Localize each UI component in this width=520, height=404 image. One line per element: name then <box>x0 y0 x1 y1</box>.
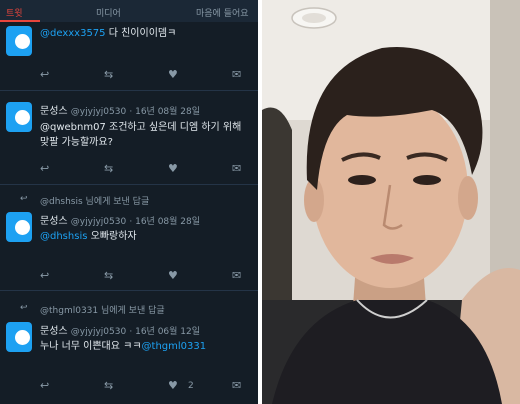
reply-context[interactable]: @thgml0331 님에게 보낸 답글 <box>40 303 165 316</box>
reply-icon[interactable]: ↩ <box>40 379 49 392</box>
tweet-item[interactable]: ↩ @thgml0331 님에게 보낸 답글 문성스 @yjyjyj0530 ·… <box>0 290 258 404</box>
tweet-author[interactable]: 문성스 @yjyjyj0530 · 16년 08월 28일 <box>40 102 200 117</box>
portrait-illustration <box>262 0 520 404</box>
tweet-date: · 16년 08월 28일 <box>129 217 201 227</box>
reply-arrow-icon: ↩ <box>20 303 28 313</box>
tweet-text: @dhshsis 오빠랑하자 <box>40 229 137 244</box>
background-person <box>262 107 292 300</box>
author-name: 문성스 <box>40 216 68 227</box>
avatar[interactable] <box>6 26 32 56</box>
tweet-item[interactable]: 문성스 @yjyjyj0530 · 16년 08월 28일 @qwebnm07 … <box>0 90 258 185</box>
mention-link[interactable]: @dexxx3575 <box>40 28 109 39</box>
tweet-text-body: 오빠랑하자 <box>87 231 137 242</box>
tweet-text: 누나 너무 이쁜대요 ㅋㅋ@thgml0331 <box>40 339 206 354</box>
tweet-text: @dexxx3575 다 친이이이뎀ㅋ <box>40 26 176 41</box>
tab-media[interactable]: 미디어 <box>96 6 121 19</box>
tweet-text-body: 다 친이이이뎀ㅋ <box>108 28 177 39</box>
retweet-icon[interactable]: ⇆ <box>104 68 113 81</box>
envelope-icon[interactable]: ✉ <box>232 162 241 175</box>
author-handle: @yjyjyj0530 <box>70 107 127 117</box>
twitter-profile-screenshot: 트윗 미디어 마음에 들어요 @dexxx3575 다 친이이이뎀ㅋ ↩ ⇆ ♥… <box>0 0 258 404</box>
profile-tabs: 트윗 미디어 마음에 들어요 <box>0 0 258 22</box>
tweet-actions: ↩ ⇆ ♥ ✉ <box>40 162 250 176</box>
tweet-actions: ↩ ⇆ ♥ 2 ✉ <box>40 379 250 393</box>
selfie-photo <box>262 0 520 404</box>
avatar[interactable] <box>6 322 32 352</box>
author-name: 문성스 <box>40 106 68 117</box>
tab-tweets[interactable]: 트윗 <box>6 6 23 19</box>
avatar[interactable] <box>6 212 32 242</box>
tweet-item[interactable]: ↩ @dhshsis 님에게 보낸 답글 문성스 @yjyjyj0530 · 1… <box>0 184 258 291</box>
tweet-text-line1: @qwebnm07 조건하고 싶은데 디엠 하기 위해 <box>40 122 242 133</box>
retweet-icon[interactable]: ⇆ <box>104 379 113 392</box>
ceiling-light-inner <box>302 13 326 23</box>
tweet-item[interactable]: @dexxx3575 다 친이이이뎀ㅋ ↩ ⇆ ♥ ✉ <box>0 22 258 91</box>
envelope-icon[interactable]: ✉ <box>232 68 241 81</box>
right-ear <box>458 176 478 220</box>
retweet-icon[interactable]: ⇆ <box>104 269 113 282</box>
right-eye <box>413 175 441 185</box>
tweet-actions: ↩ ⇆ ♥ ✉ <box>40 68 250 82</box>
heart-icon[interactable]: ♥ <box>168 379 178 392</box>
avatar[interactable] <box>6 102 32 132</box>
tweet-date: · 16년 08월 28일 <box>129 107 201 117</box>
reply-arrow-icon: ↩ <box>20 194 28 204</box>
mention-link[interactable]: @dhshsis <box>40 231 87 242</box>
tweet-author[interactable]: 문성스 @yjyjyj0530 · 16년 08월 28일 <box>40 212 200 227</box>
author-handle: @yjyjyj0530 <box>70 217 127 227</box>
tweet-author[interactable]: 문성스 @yjyjyj0530 · 16년 06월 12일 <box>40 322 200 337</box>
left-eye <box>348 175 376 185</box>
tweet-text-body: 누나 너무 이쁜대요 ㅋㅋ <box>40 341 142 352</box>
heart-icon[interactable]: ♥ <box>168 162 178 175</box>
envelope-icon[interactable]: ✉ <box>232 269 241 282</box>
tweet-actions: ↩ ⇆ ♥ ✉ <box>40 269 250 283</box>
reply-icon[interactable]: ↩ <box>40 68 49 81</box>
reply-icon[interactable]: ↩ <box>40 162 49 175</box>
author-handle: @yjyjyj0530 <box>70 327 127 337</box>
reply-context[interactable]: @dhshsis 님에게 보낸 답글 <box>40 194 149 207</box>
tweet-text-line2: 맞팔 가능할까요? <box>40 137 113 148</box>
retweet-icon[interactable]: ⇆ <box>104 162 113 175</box>
heart-icon[interactable]: ♥ <box>168 68 178 81</box>
mention-link[interactable]: @thgml0331 <box>142 341 207 352</box>
heart-icon[interactable]: ♥ <box>168 269 178 282</box>
tweet-date: · 16년 06월 12일 <box>129 327 201 337</box>
envelope-icon[interactable]: ✉ <box>232 379 241 392</box>
like-count: 2 <box>188 381 194 391</box>
reply-icon[interactable]: ↩ <box>40 269 49 282</box>
author-name: 문성스 <box>40 326 68 337</box>
tab-likes[interactable]: 마음에 들어요 <box>196 6 249 19</box>
